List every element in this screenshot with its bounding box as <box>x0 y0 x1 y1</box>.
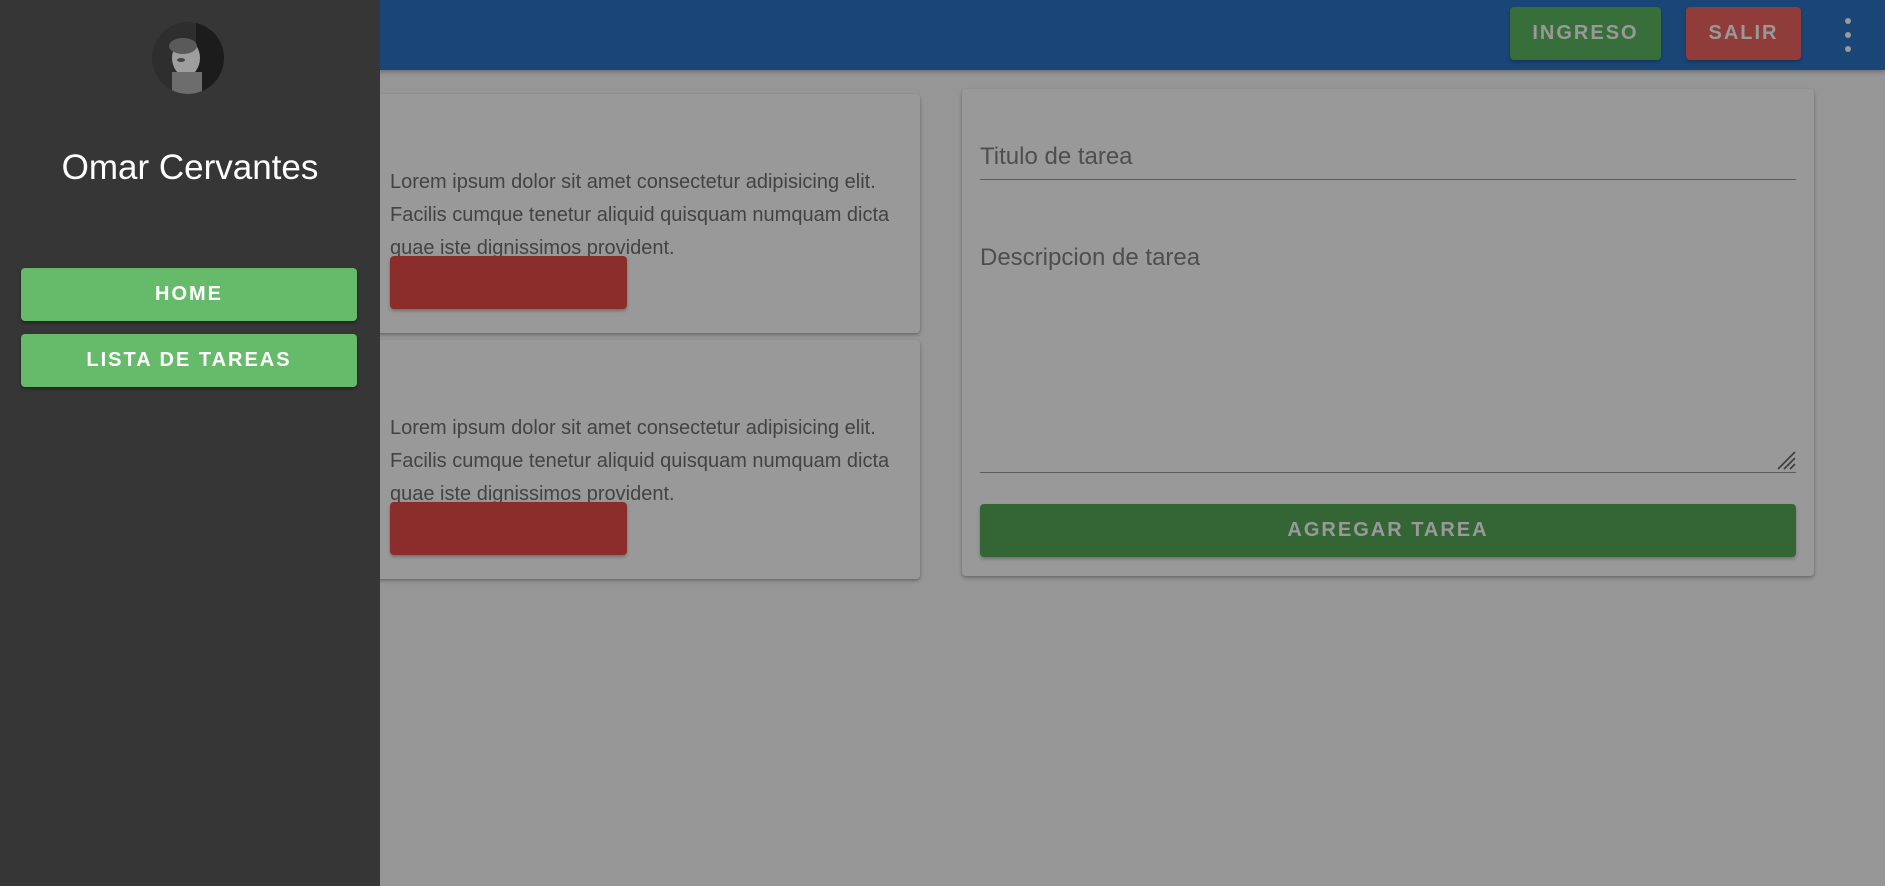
user-name: Omar Cervantes <box>61 148 319 187</box>
nav-lista-de-tareas-button[interactable]: LISTA DE TAREAS <box>21 334 357 387</box>
navigation-drawer: Omar Cervantes HOME LISTA DE TAREAS <box>0 0 380 886</box>
nav-home-button[interactable]: HOME <box>21 268 357 321</box>
avatar <box>152 22 224 94</box>
